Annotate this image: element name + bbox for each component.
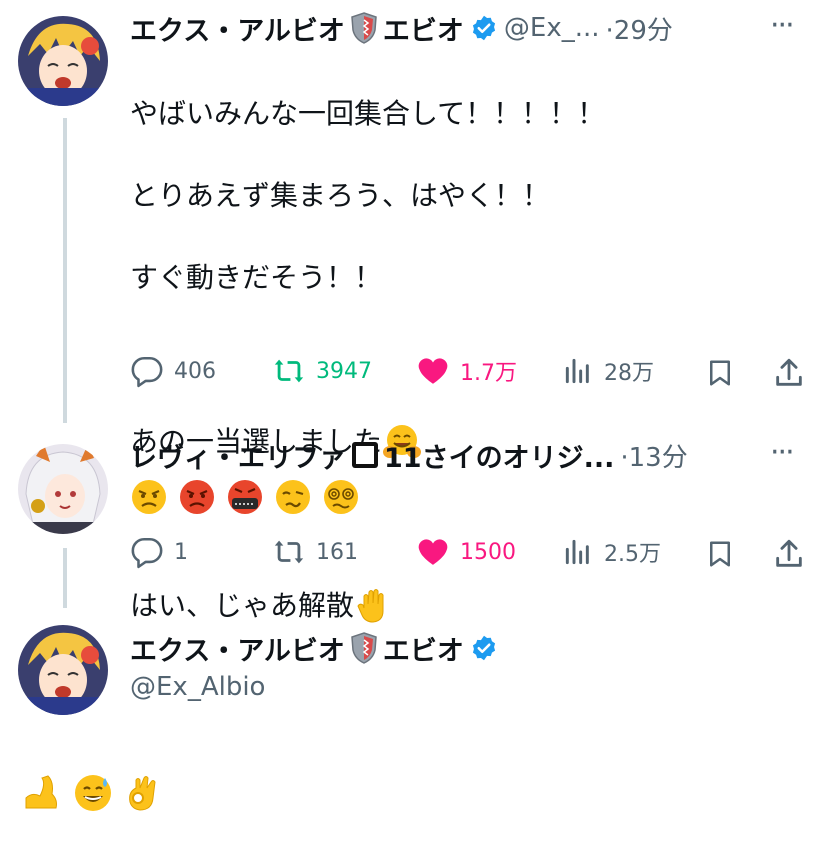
more-options-button[interactable]: ··· [770,435,795,470]
reply-button[interactable]: 1 [130,535,188,569]
flexed-biceps-emoji-icon [25,775,57,809]
like-count: 1.7万 [460,361,517,386]
avatar[interactable] [18,16,108,106]
tweet-header: エクス・アルビオ エビオ @Ex_... ·29分 [130,9,673,48]
like-button[interactable]: 1500 [416,535,516,569]
action-bar: 406 3947 1.7万 28万 [130,352,810,392]
emoji-row [130,478,360,516]
display-name-suffix[interactable]: 11さイのオリジ... [384,436,614,475]
display-name-suffix[interactable]: エビオ [383,629,464,668]
views-button[interactable]: 2.5万 [562,535,661,569]
more-options-button[interactable]: ··· [770,8,795,43]
thread-line [63,548,67,608]
cursing-face-emoji-icon [228,480,262,514]
retweet-icon [274,540,304,564]
retweet-icon [274,359,304,383]
retweet-button[interactable]: 3947 [272,354,372,388]
like-button[interactable]: 1.7万 [416,354,517,388]
retweet-count: 161 [316,539,358,565]
views-chart-icon [565,539,589,565]
reply-count: 1 [174,539,188,565]
ok-hand-emoji-icon [129,776,156,811]
views-count: 2.5万 [604,542,661,567]
tweet-line: はい、じゃあ解散 [130,589,355,622]
retweet-count: 3947 [316,358,372,384]
handle[interactable]: @Ex_Albio [130,672,265,702]
tweet-header: エクス・アルビオ エビオ [130,629,498,668]
tweet-body-emoji [22,772,164,814]
action-bar: 1 161 1500 2.5万 [130,533,810,573]
display-name[interactable]: レヴィ・エリファ [130,436,346,475]
dizzy-face-emoji-icon [324,480,358,514]
display-name[interactable]: エクス・アルビオ [130,629,345,668]
tweet-line: とりあえず集まろう、はやく！！ [130,179,551,212]
share-icon[interactable] [772,356,806,390]
heart-icon [418,358,448,384]
tweet-line: やばいみんな一回集合して！！！！！ [130,97,606,130]
reply-icon [131,537,163,569]
tweet-line: すぐ動きだそう！！ [130,261,383,294]
shield-emoji-icon [351,12,377,44]
tweet-header: レヴィ・エリファ 11さイのオリジ... ·13分 [130,436,688,475]
avatar[interactable] [18,625,108,715]
like-count: 1500 [460,539,516,565]
heart-icon [418,539,448,565]
verified-badge-icon [472,15,496,41]
views-chart-icon [565,358,589,384]
display-name-suffix[interactable]: エビオ [383,9,464,48]
bookmark-icon[interactable] [705,537,735,571]
avatar[interactable] [18,444,108,534]
handle[interactable]: @Ex_... [504,13,600,43]
grinning-sweat-emoji-icon [75,775,111,811]
reply-icon [131,356,163,388]
shield-emoji-icon [351,632,377,664]
timestamp[interactable]: ·29分 [606,10,673,47]
retweet-button[interactable]: 161 [272,535,358,569]
timestamp[interactable]: ·13分 [620,437,687,474]
views-button[interactable]: 28万 [562,354,654,388]
reply-button[interactable]: 406 [130,354,216,388]
angry-face-emoji-icon [132,480,166,514]
display-name[interactable]: エクス・アルビオ [130,9,345,48]
white-square-emoji-icon [352,442,378,468]
raised-hand-emoji-icon [357,588,384,623]
thread-line [63,118,67,423]
pouting-face-emoji-icon [180,480,214,514]
woozy-face-emoji-icon [276,480,310,514]
bookmark-icon[interactable] [705,356,735,390]
verified-badge-icon [472,635,496,661]
reply-count: 406 [174,358,216,384]
share-icon[interactable] [772,537,806,571]
tweet-line-with-emoji: はい、じゃあ解散 [130,585,790,626]
views-count: 28万 [604,361,654,386]
